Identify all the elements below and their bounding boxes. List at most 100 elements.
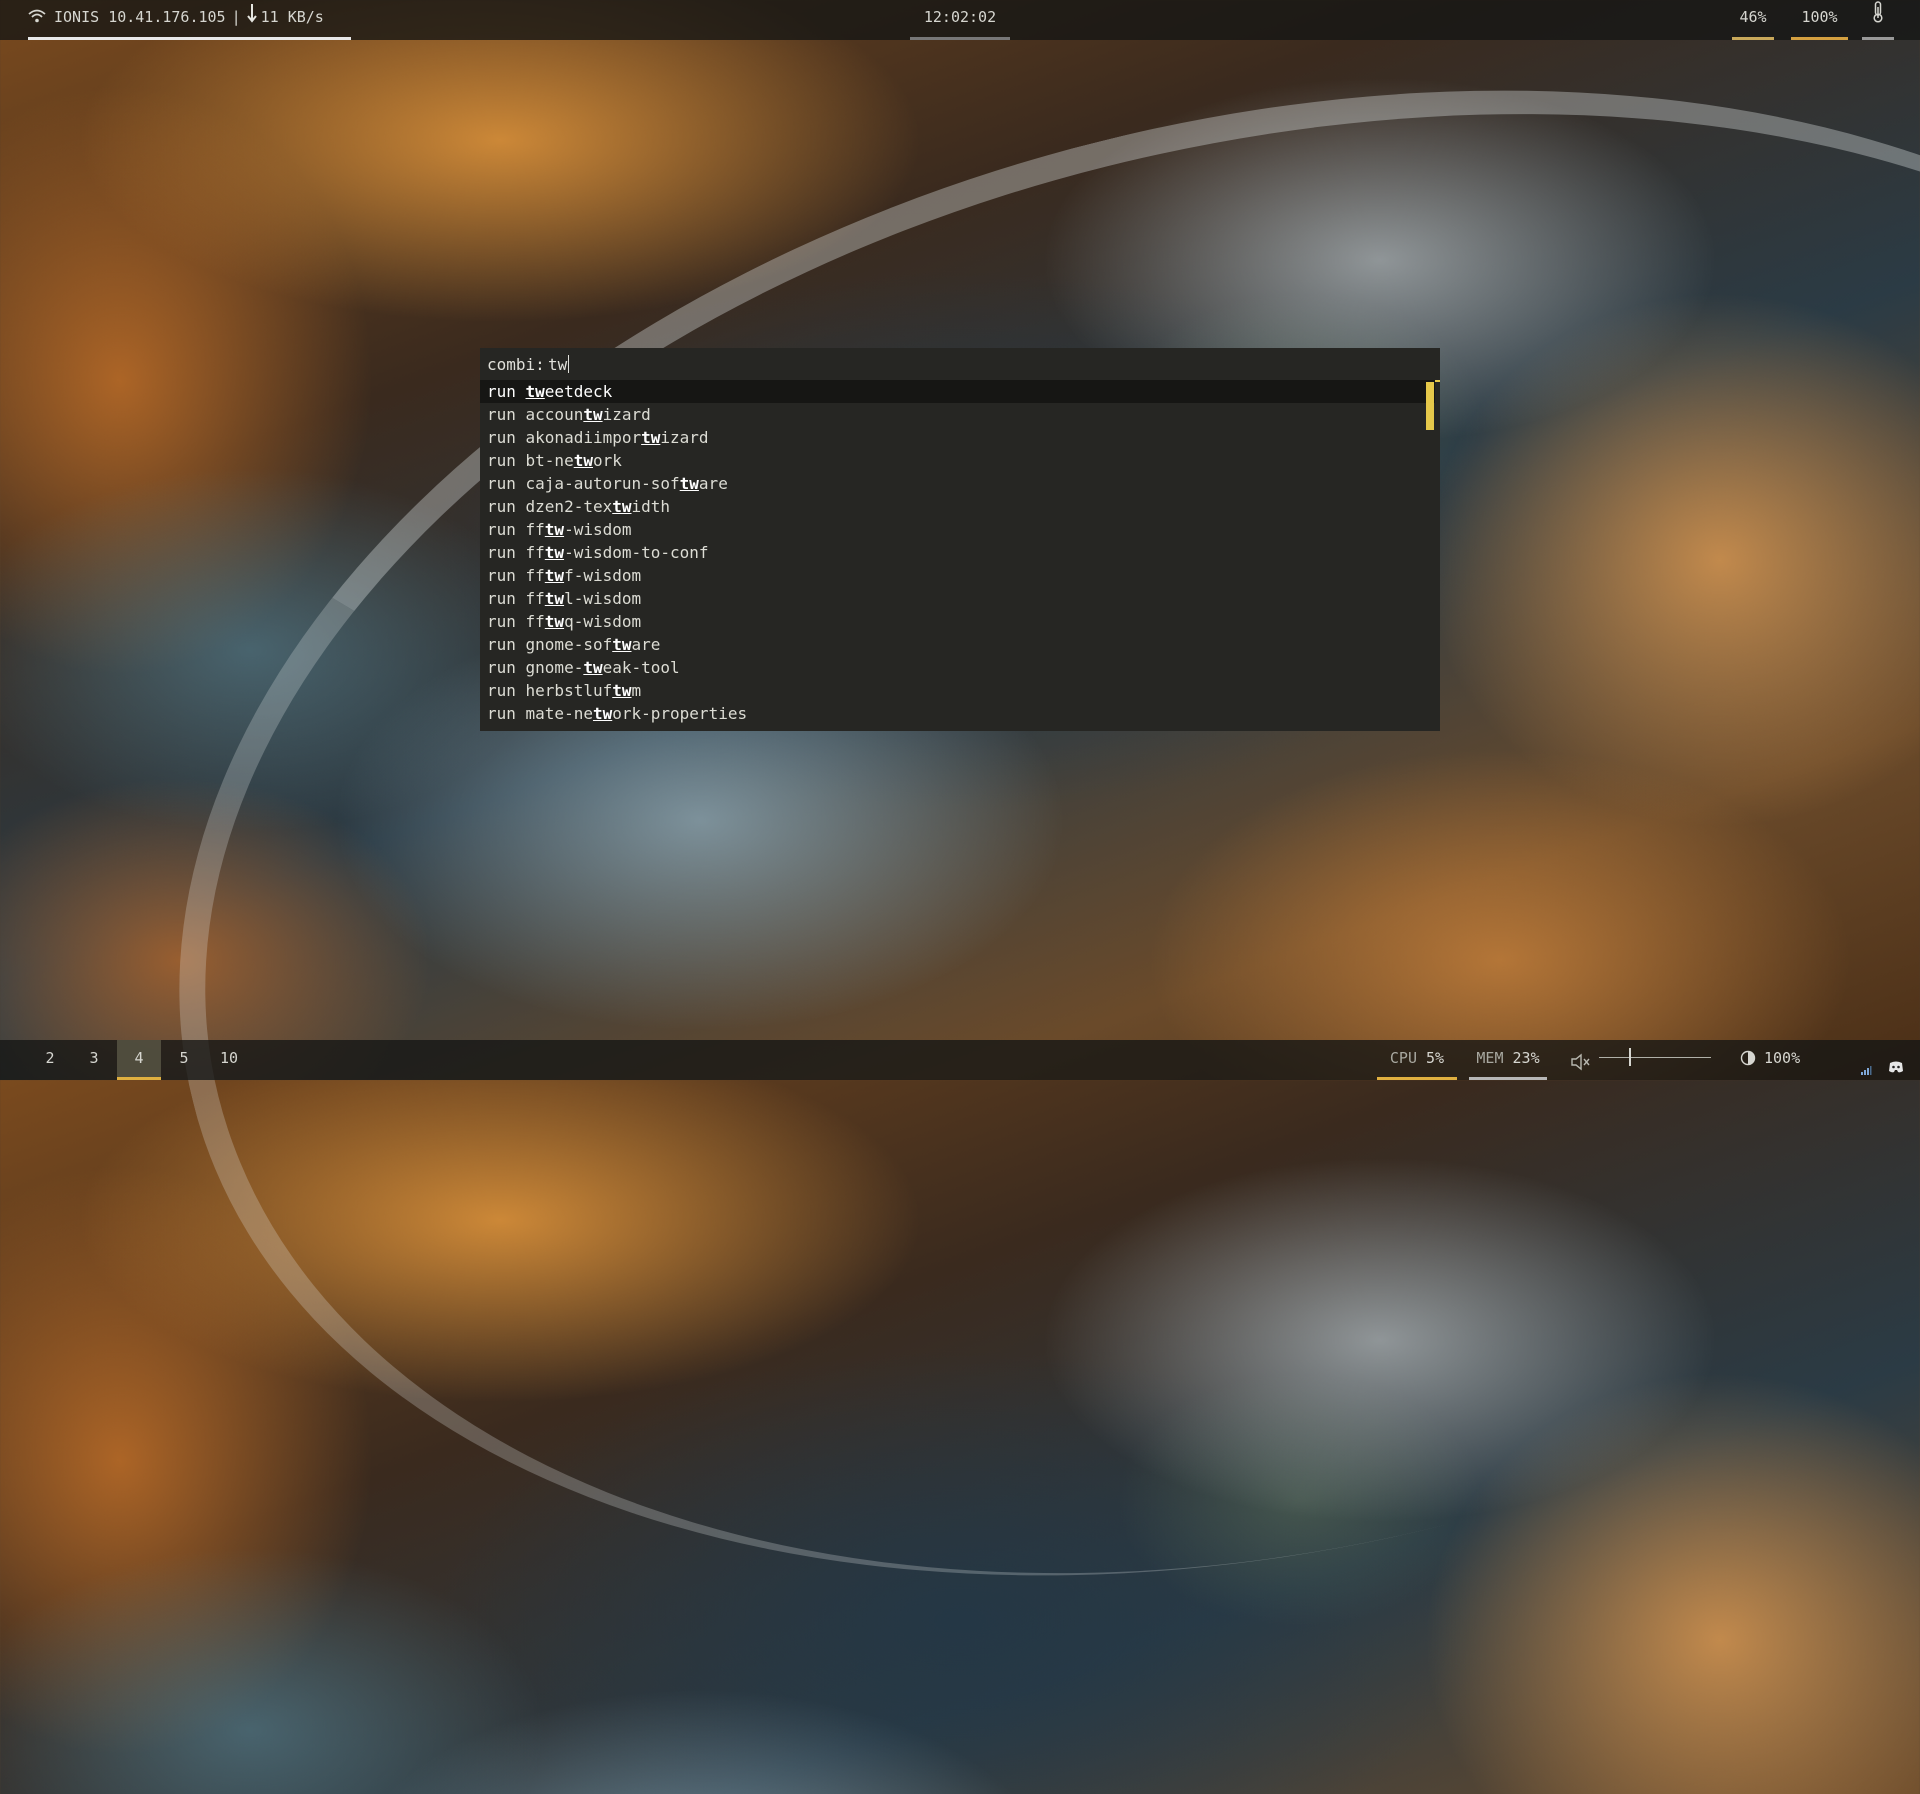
usage-value: 46% [1739,8,1767,26]
result-row[interactable]: run fftwl-wisdom [480,587,1435,610]
result-prefix: run [487,589,526,608]
result-row[interactable]: run gnome-software [480,633,1435,656]
workspace-tag-label: 10 [219,1049,239,1067]
result-text-before: akonadiimpor [525,428,642,447]
result-text-after: are [698,474,728,493]
network-signal-tray[interactable] [1856,1040,1876,1080]
result-text-after: eetdeck [544,382,613,401]
volume-slider-handle[interactable] [1629,1048,1631,1066]
discord-tray[interactable] [1886,1040,1906,1080]
download-speed: 11 KB/s [260,8,324,26]
result-match: tw [679,474,699,493]
result-text-after: idth [631,497,671,516]
result-prefix: run [487,566,526,585]
brightness-control[interactable]: 100% [1740,1040,1810,1080]
top-status-bar: IONIS 10.41.176.105 | 11 KB/s 12:02:02 46… [0,0,1920,40]
cpu-value: 5% [1426,1049,1445,1067]
usage-percentage[interactable]: 46% [1732,0,1774,40]
result-text-before: gnome-sof [525,635,613,654]
result-text-after: ork-properties [612,704,748,723]
result-text-after: l-wisdom [564,589,642,608]
result-text-after: are [631,635,661,654]
result-prefix: run [487,658,526,677]
workspace-tag[interactable]: 3 [72,1040,116,1080]
clock-time: 12:02:02 [923,8,997,26]
workspace-tag[interactable]: 4 [117,1040,161,1080]
result-text-after: f-wisdom [564,566,642,585]
clock-underline [910,37,1010,40]
network-signal-icon[interactable] [1860,1053,1872,1089]
result-row[interactable]: run accountwizard [480,403,1435,426]
result-prefix: run [487,451,526,470]
result-text-after: izard [660,428,709,447]
result-match: tw [544,566,565,585]
volume-control[interactable] [1568,1040,1714,1080]
cpu-label: CPU [1389,1049,1417,1067]
rofi-launcher: combi: tw run tweetdeck run accountwizard… [480,348,1440,731]
cpu-monitor[interactable]: CPU 5% [1377,1040,1457,1080]
workspace-tag[interactable]: 5 [162,1040,206,1080]
result-match: tw [583,658,603,677]
result-match: tw [544,589,565,608]
battery-status[interactable]: 100% [1791,0,1848,40]
result-prefix: run [487,543,526,562]
result-match: tw [612,681,632,700]
result-row[interactable]: run fftw-wisdom [480,518,1435,541]
workspace-tag-label: 5 [179,1049,189,1067]
result-text-before: ff [525,520,545,539]
result-prefix: run [487,405,526,424]
result-text-before: ff [525,566,545,585]
result-match: tw [544,520,565,539]
result-row[interactable]: run mate-network-properties [480,702,1435,725]
result-text-before: ff [525,612,545,631]
result-prefix: run [487,704,526,723]
result-row[interactable]: run gnome-tweak-tool [480,656,1435,679]
result-text-before: caja-autorun-sof [525,474,680,493]
result-match: tw [641,428,661,447]
result-prefix: run [487,497,526,516]
result-prefix: run [487,681,526,700]
result-text-after: m [631,681,642,700]
volume-muted-icon[interactable] [1570,1048,1590,1084]
result-row[interactable]: run caja-autorun-software [480,472,1435,495]
network-name: IONIS [54,8,100,26]
bottom-status-bar: 2 3 4 5 10 CPU 5% MEM 23% 100% [0,1040,1920,1080]
result-row[interactable]: run akonadiimportwizard [480,426,1435,449]
result-match: tw [544,543,565,562]
mode-label: combi: [487,355,545,374]
result-match: tw [573,451,593,470]
search-input[interactable]: tw [548,348,570,382]
clock[interactable]: 12:02:02 [910,0,1010,40]
temperature-indicator[interactable] [1862,0,1894,40]
result-match: tw [583,405,603,424]
results-scrollbar[interactable] [1426,382,1434,430]
result-row[interactable]: run herbstluftwm [480,679,1435,702]
battery-value: 100% [1801,8,1838,26]
ip-address: 10.41.176.105 [108,8,226,26]
discord-icon[interactable] [1888,1051,1904,1087]
result-row[interactable]: run tweetdeck [480,380,1435,403]
battery-underline [1791,37,1848,40]
result-match: tw [612,635,632,654]
network-status[interactable]: IONIS 10.41.176.105 | 11 KB/s [28,0,351,40]
workspace-tag[interactable]: 10 [207,1040,251,1080]
result-match: tw [525,382,545,401]
result-row[interactable]: run fftwq-wisdom [480,610,1435,633]
launcher-prompt[interactable]: combi: tw [480,348,1440,382]
result-row[interactable]: run bt-network [480,449,1435,472]
workspace-tag[interactable]: 2 [28,1040,72,1080]
result-row[interactable]: run fftwf-wisdom [480,564,1435,587]
thermometer-icon [1872,0,1884,35]
network-underline [28,37,351,40]
result-row[interactable]: run dzen2-textwidth [480,495,1435,518]
result-row[interactable]: run fftw-wisdom-to-conf [480,541,1435,564]
memory-monitor[interactable]: MEM 23% [1469,1040,1547,1080]
result-text-before: accoun [525,405,584,424]
volume-slider-track[interactable] [1599,1057,1711,1058]
result-text-before: dzen2-tex [525,497,613,516]
mem-value: 23% [1512,1049,1540,1067]
workspace-tag-label: 2 [45,1049,55,1067]
text-caret [568,355,570,373]
result-text-before: ff [525,589,545,608]
mem-label: MEM [1476,1049,1504,1067]
